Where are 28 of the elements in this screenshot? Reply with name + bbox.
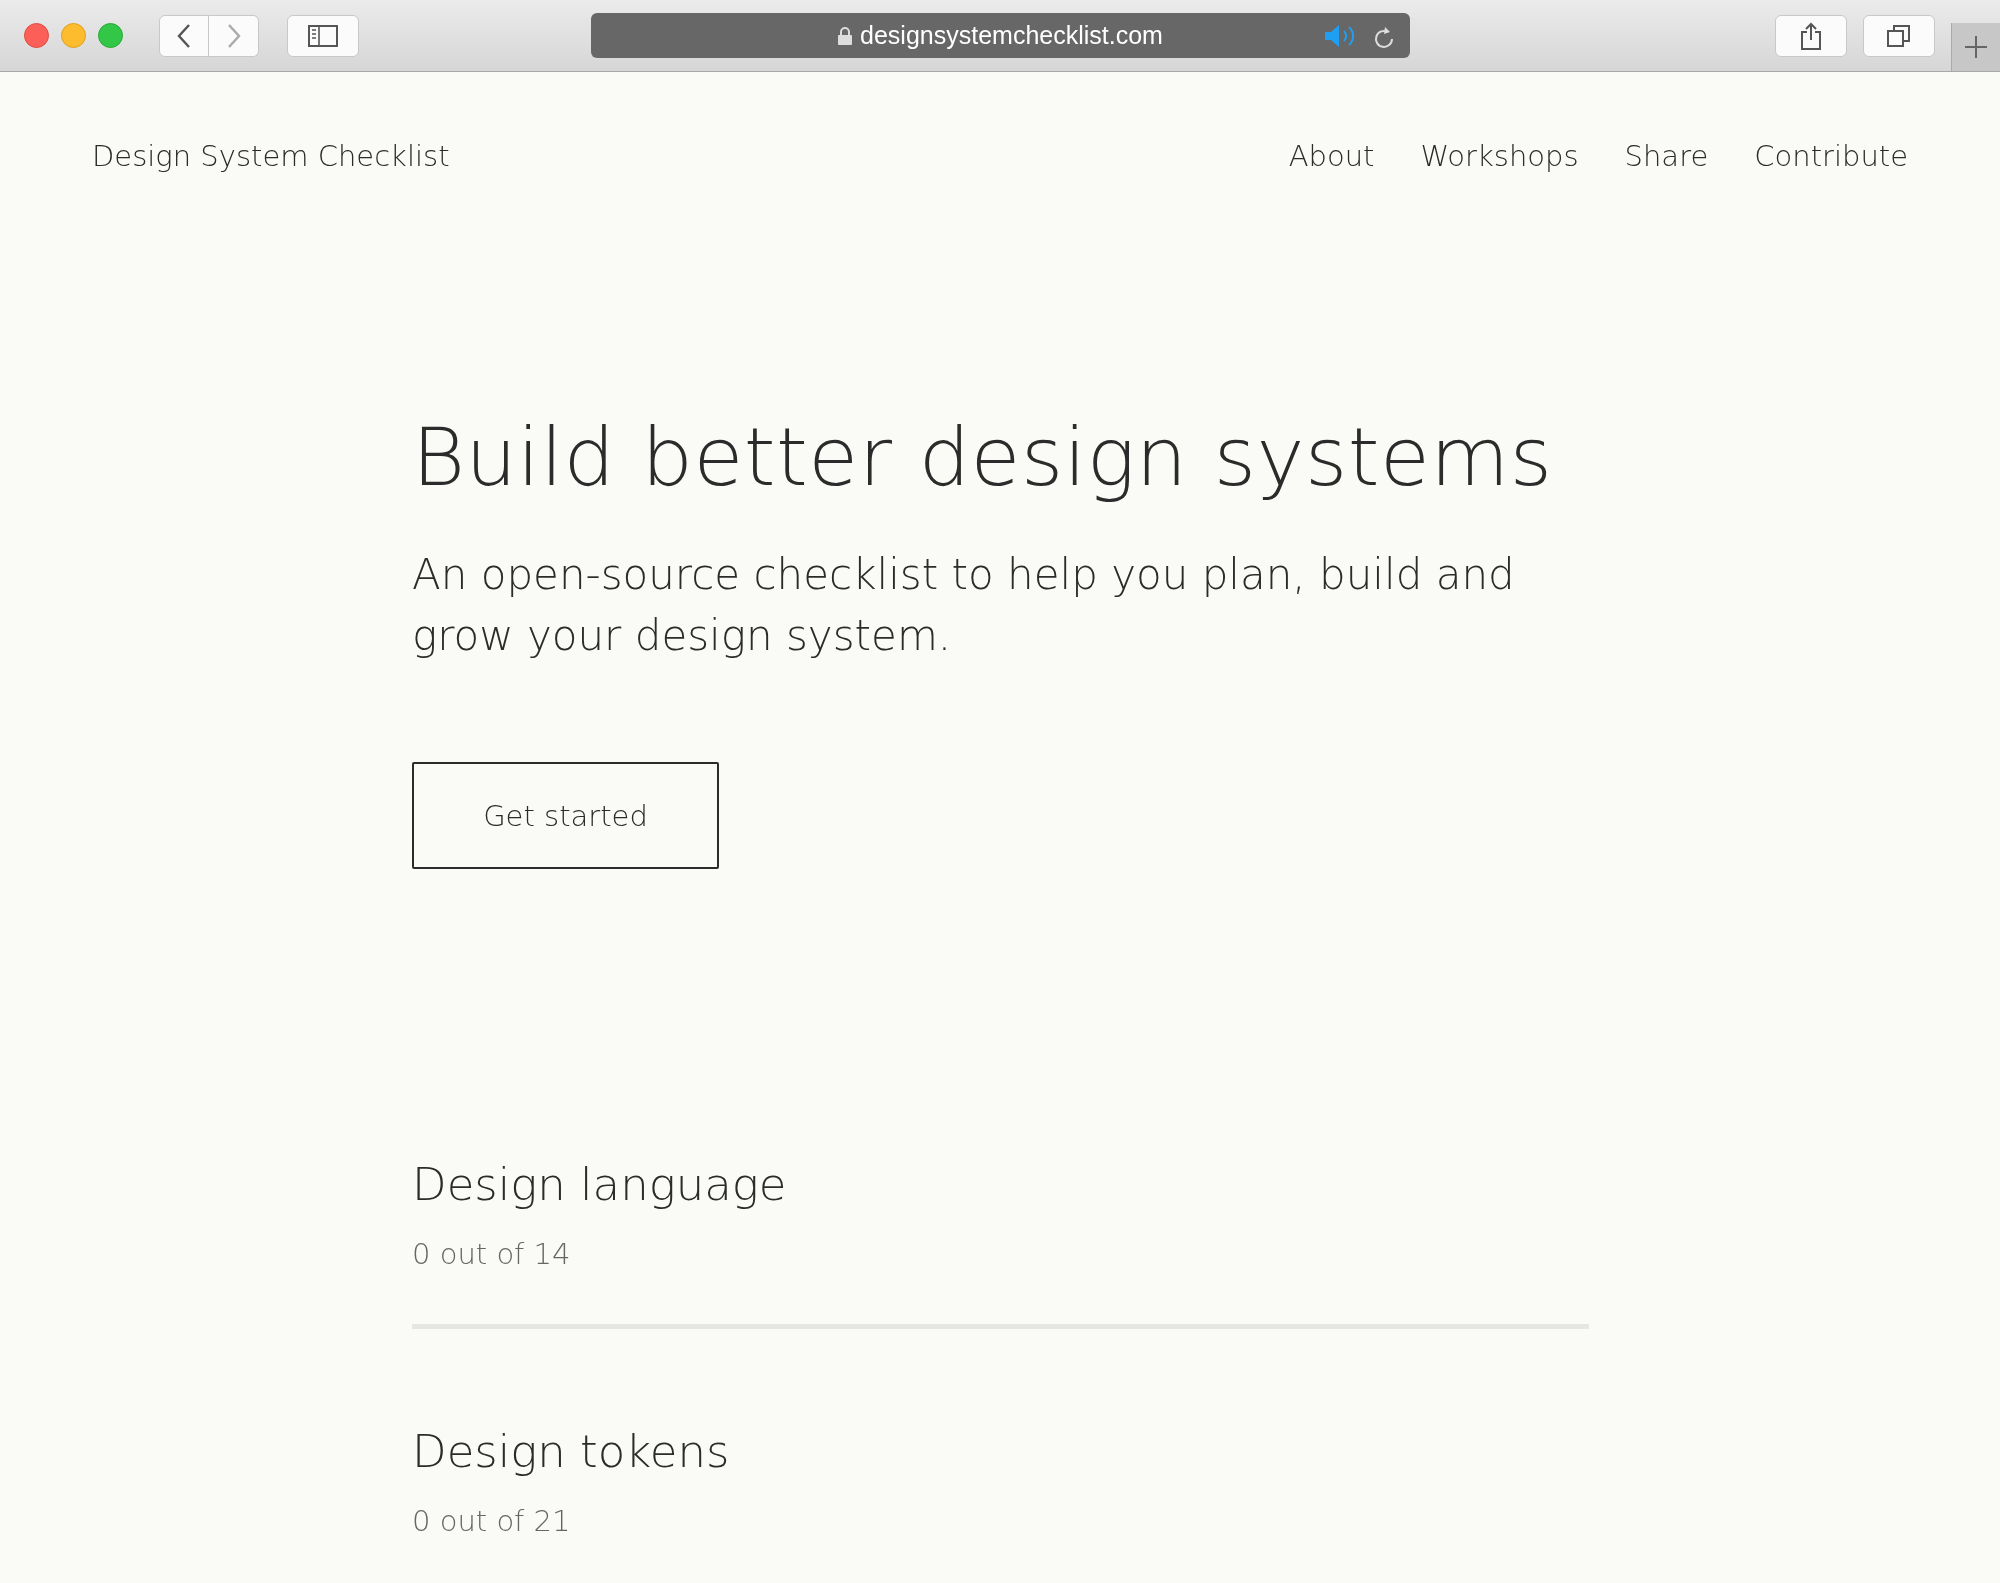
section-title[interactable]: Design tokens [412,1425,1590,1478]
chevron-left-icon [177,22,191,49]
get-started-button[interactable]: Get started [412,762,719,869]
nav-link[interactable]: About [1288,139,1375,173]
zoom-icon[interactable] [98,23,123,48]
nav-link[interactable]: Share [1624,139,1709,173]
nav-link[interactable]: Contribute [1754,139,1908,173]
chevron-right-icon [226,22,241,49]
close-icon[interactable] [24,23,49,48]
back-button[interactable] [159,14,209,57]
share-icon [1801,21,1821,50]
section-title[interactable]: Design language [412,1158,1590,1211]
progress-count: 0 out of 21 [412,1504,572,1538]
site-logo[interactable]: Design System Checklist [92,139,450,173]
progress-count: 0 out of 14 [412,1237,572,1271]
nav-link[interactable]: Workshops [1420,139,1579,173]
url-text: designsystemchecklist.com [860,21,1163,50]
hero-heading: Build better design systems [412,410,1554,504]
address-bar[interactable]: designsystemchecklist.com [591,13,1410,58]
sidebar-button[interactable] [287,14,359,57]
tabs-icon [1887,23,1911,48]
tabs-button[interactable] [1863,14,1935,57]
hero-subtitle: An open-source checklist to help you plan, build and grow your design system. [412,549,1516,662]
share-button[interactable] [1775,14,1847,57]
plus-icon [1965,36,1987,58]
sidebar-icon [308,24,338,47]
new-tab-button[interactable] [1951,23,2000,71]
lock-icon [838,26,853,45]
